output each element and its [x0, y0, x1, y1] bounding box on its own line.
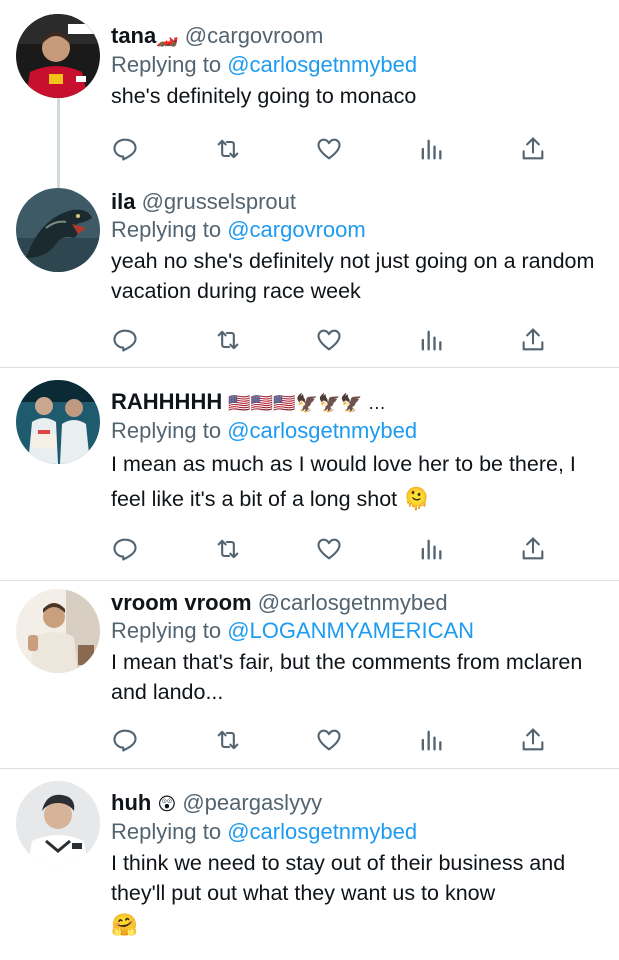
tweet-actions [111, 726, 551, 756]
replying-to-label: Replying to [111, 52, 222, 77]
like-button[interactable] [315, 726, 345, 756]
analytics-icon [421, 139, 442, 160]
avatar[interactable] [16, 188, 100, 272]
avatar[interactable] [16, 589, 100, 673]
mention-link[interactable]: @cargovroom [227, 217, 366, 242]
name-emoji: 🏎️ [156, 27, 179, 47]
user-handle[interactable]: @grusselsprout [142, 189, 296, 214]
reply-button[interactable] [111, 535, 141, 565]
user-handle[interactable]: @peargaslyyy [182, 790, 322, 815]
share-icon [522, 137, 544, 160]
analytics-button[interactable] [417, 326, 447, 356]
like-icon [317, 138, 341, 160]
reply-icon [113, 329, 137, 352]
mention-link[interactable]: @carlosgetnmybed [227, 52, 417, 77]
replying-to-label: Replying to [111, 618, 222, 643]
avatar[interactable] [16, 380, 100, 464]
display-name[interactable]: ila [111, 189, 135, 214]
retweet-icon [217, 330, 239, 350]
retweet-button[interactable] [214, 726, 244, 756]
share-icon [522, 537, 544, 560]
tweet-text: I mean as much as I would love her to be… [111, 452, 576, 511]
reply-icon [113, 729, 137, 752]
display-name[interactable]: tana [111, 23, 156, 48]
replying-to-label: Replying to [111, 418, 222, 443]
display-name[interactable]: RAHHHHH [111, 389, 222, 414]
user-handle[interactable]: @carlosgetnmybed [258, 590, 448, 615]
trailing-emoji: 🤗 [111, 913, 138, 937]
name-emoji: 🇺🇸🇺🇸🇺🇸🦅🦅🦅 … [228, 393, 386, 413]
name-emoji: 😲 [157, 794, 177, 814]
retweet-button[interactable] [214, 326, 244, 356]
reply-icon [113, 138, 137, 161]
analytics-icon [421, 539, 442, 560]
display-name[interactable]: vroom vroom [111, 590, 252, 615]
user-handle[interactable]: @cargovroom [185, 23, 324, 48]
share-button[interactable] [519, 135, 549, 165]
share-button[interactable] [519, 326, 549, 356]
retweet-button[interactable] [214, 535, 244, 565]
analytics-icon [421, 330, 442, 351]
tweet-text: I mean that's fair, but the comments fro… [111, 650, 583, 704]
like-button[interactable] [315, 535, 345, 565]
replying-to-line: Replying to @carlosgetnmybed [111, 818, 603, 846]
like-button[interactable] [315, 135, 345, 165]
mention-link[interactable]: @carlosgetnmybed [227, 819, 417, 844]
share-icon [522, 328, 544, 351]
replying-to-line: Replying to @LOGANMYAMERICAN [111, 617, 603, 645]
retweet-icon [217, 730, 239, 750]
like-icon [317, 729, 341, 751]
retweet-icon [217, 139, 239, 159]
reply-button[interactable] [111, 326, 141, 356]
share-icon [522, 728, 544, 751]
avatar[interactable] [16, 781, 100, 865]
reply-button[interactable] [111, 726, 141, 756]
tweet-actions [111, 535, 551, 565]
retweet-icon [217, 539, 239, 559]
retweet-button[interactable] [214, 135, 244, 165]
mention-link[interactable]: @LOGANMYAMERICAN [227, 618, 474, 643]
share-button[interactable] [519, 726, 549, 756]
tweet-actions [111, 135, 551, 165]
analytics-button[interactable] [417, 726, 447, 756]
share-button[interactable] [519, 535, 549, 565]
replying-to-line: Replying to @carlosgetnmybed [111, 417, 603, 445]
tweet-text: I think we need to stay out of their bus… [111, 851, 566, 905]
tweet[interactable]: huh 😲 @peargaslyyy Replying to @carlosge… [0, 769, 619, 960]
reply-button[interactable] [111, 135, 141, 165]
reply-icon [113, 538, 137, 561]
analytics-button[interactable] [417, 135, 447, 165]
tweet-text: yeah no she's definitely not just going … [111, 249, 595, 303]
replying-to-line: Replying to @cargovroom [111, 216, 603, 244]
avatar[interactable] [16, 14, 100, 98]
like-button[interactable] [315, 326, 345, 356]
like-icon [317, 538, 341, 560]
analytics-button[interactable] [417, 535, 447, 565]
tweet-actions [111, 326, 551, 356]
replying-to-label: Replying to [111, 217, 222, 242]
replying-to-label: Replying to [111, 819, 222, 844]
like-icon [317, 329, 341, 351]
analytics-icon [421, 730, 442, 751]
replying-to-line: Replying to @carlosgetnmybed [111, 51, 603, 79]
display-name[interactable]: huh [111, 790, 151, 815]
tweet-text: she's definitely going to monaco [111, 84, 417, 108]
mention-link[interactable]: @carlosgetnmybed [227, 418, 417, 443]
